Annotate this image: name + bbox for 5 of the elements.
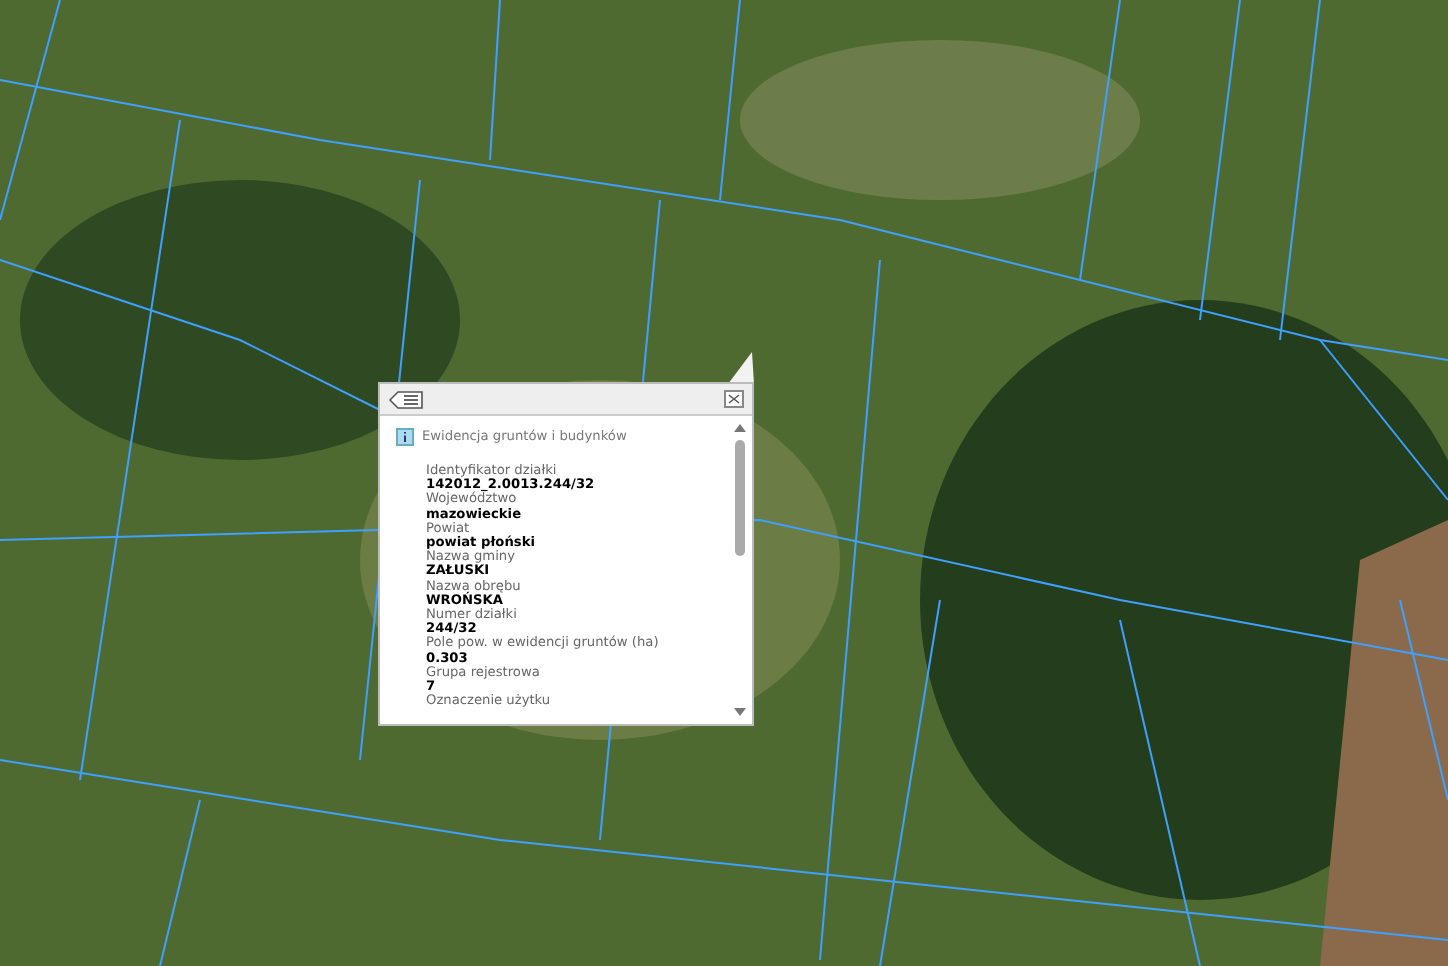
close-button[interactable]: [724, 390, 744, 408]
list-icon: [388, 389, 424, 409]
info-icon: [396, 428, 414, 446]
back-to-list-button[interactable]: [388, 389, 424, 409]
close-icon: [728, 394, 740, 404]
